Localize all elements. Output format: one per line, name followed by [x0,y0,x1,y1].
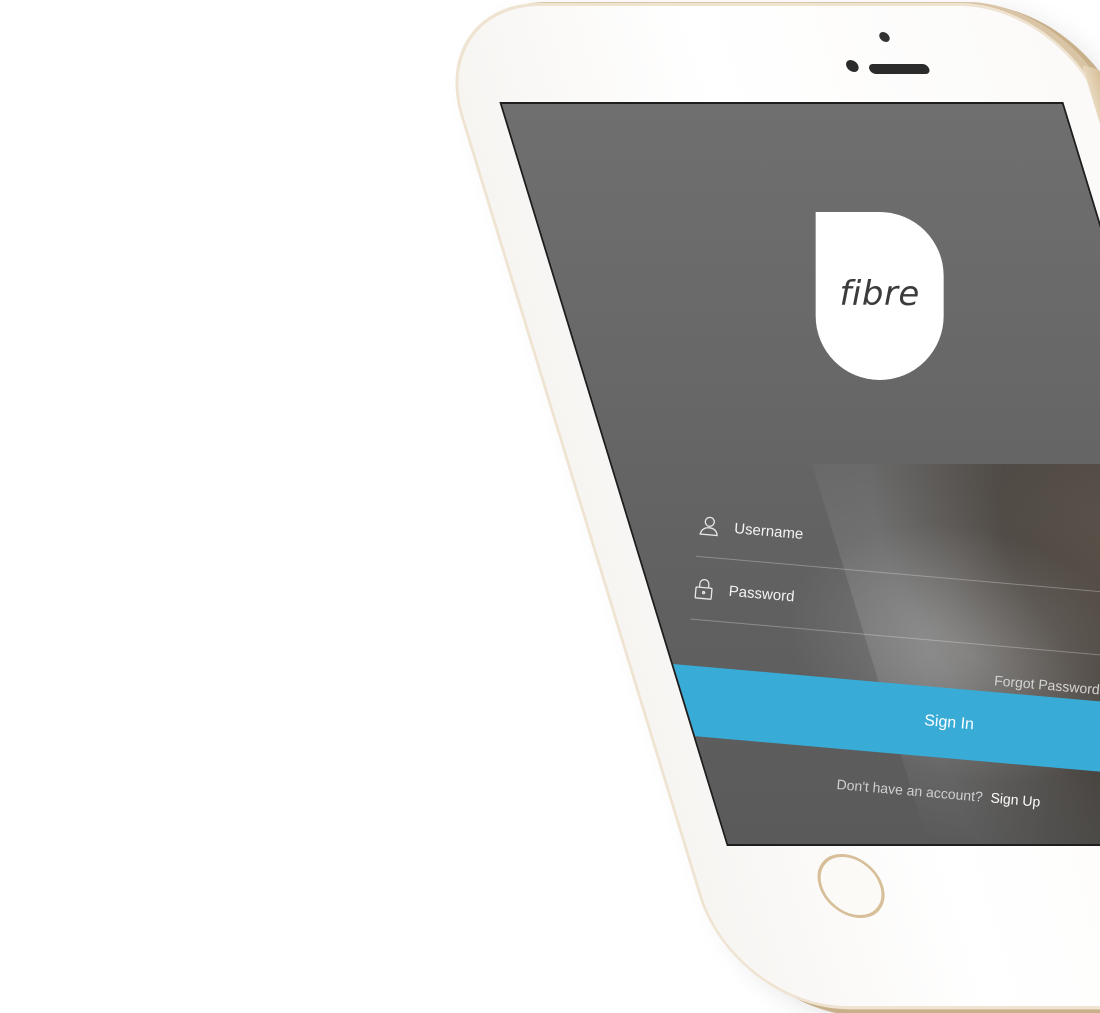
app-logo: fibre [815,212,944,380]
sign-in-label: Sign In [923,712,975,734]
earpiece-speaker [867,64,931,74]
phone-body: fibre Username Password Forgot Password … [430,6,1100,1006]
phone-mockup: fibre Username Password Forgot Password … [430,6,1100,1006]
user-icon [698,514,722,538]
password-input[interactable]: Password [728,582,795,605]
front-camera [844,60,861,72]
login-screen: fibre Username Password Forgot Password … [499,102,1100,846]
home-button[interactable] [809,854,893,918]
proximity-sensor [877,32,892,42]
logo-text: fibre [839,274,920,314]
username-input[interactable]: Username [734,520,804,543]
login-form: Username Password Forgot Password [687,494,1100,698]
lock-icon [692,577,716,601]
